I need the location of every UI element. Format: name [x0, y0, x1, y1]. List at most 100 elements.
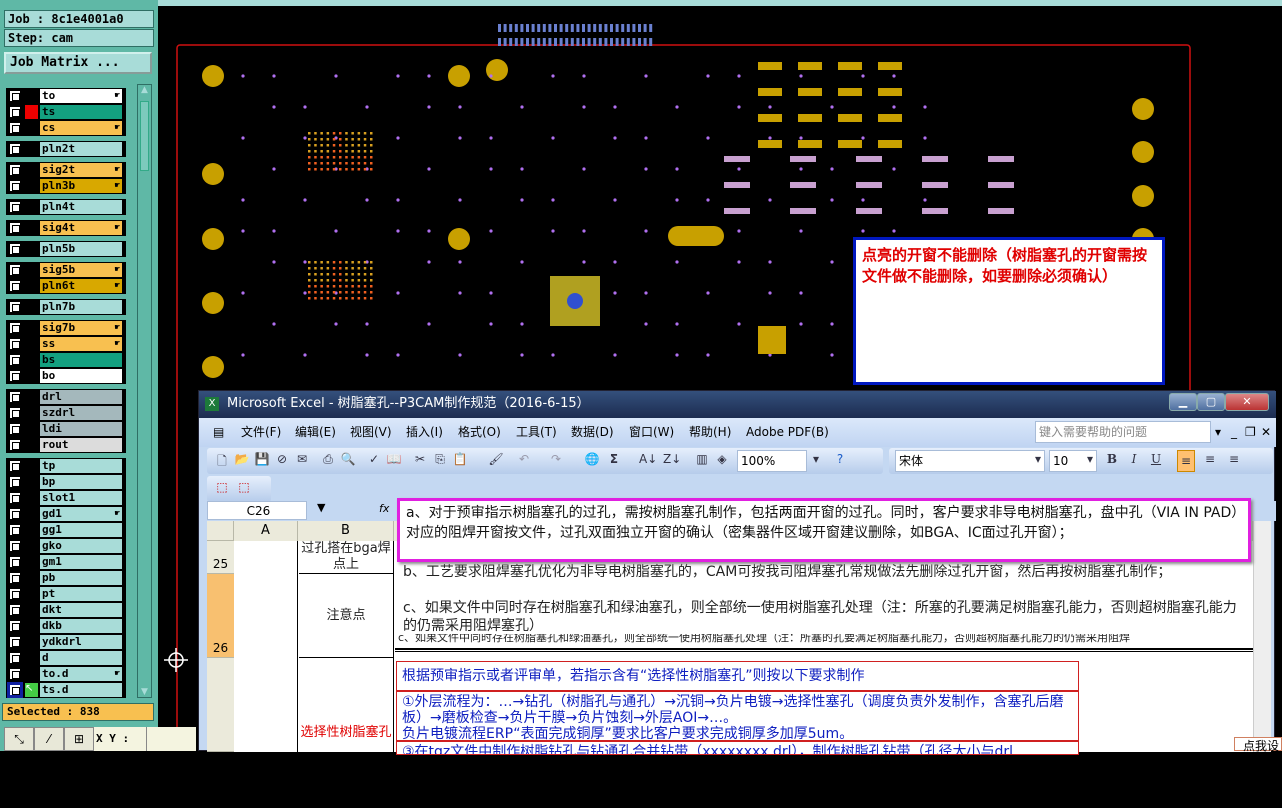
email-icon[interactable]: ✉: [293, 452, 311, 466]
workbook-close-icon[interactable]: ✕: [1261, 418, 1271, 447]
chart-wizard-icon[interactable]: ▥: [693, 452, 711, 466]
layer-name[interactable]: pln7b: [40, 300, 122, 314]
save-icon[interactable]: 💾: [253, 452, 271, 466]
layer-row-pln5b[interactable]: pln5b: [6, 241, 126, 257]
zoom-select[interactable]: 100%: [737, 450, 807, 472]
layer-row-bs[interactable]: bs: [6, 352, 126, 368]
layer-row-bo[interactable]: bo: [6, 368, 126, 384]
layer-checkbox[interactable]: [9, 280, 21, 292]
layer-checkbox[interactable]: [9, 370, 21, 382]
menu-adobe-pdf[interactable]: Adobe PDF(B): [746, 418, 829, 447]
cell-b27[interactable]: 选择性树脂塞孔: [299, 658, 394, 752]
cell-c27-line-1[interactable]: 根据预审指示或者评审单，若指示含有“选择性树脂塞孔”则按以下要求制作: [396, 661, 1079, 691]
layer-row-sig5b[interactable]: sig5b ☛: [6, 262, 126, 278]
redo-icon[interactable]: ↷: [547, 452, 565, 466]
layer-checkbox[interactable]: [9, 180, 21, 192]
help-dropdown-icon[interactable]: ▾: [1215, 418, 1221, 447]
cell-c27-line-3[interactable]: ③在tgz文件中制作树脂钻孔与钻通孔合并钻带（xxxxxxxx.drl），制作树…: [396, 741, 1079, 755]
menu-help[interactable]: 帮助(H): [689, 418, 731, 447]
layer-checkbox[interactable]: [9, 338, 21, 350]
layer-row-gg1[interactable]: gg1: [6, 522, 126, 538]
layer-name[interactable]: gg1: [40, 523, 122, 537]
bold-button[interactable]: B: [1103, 452, 1121, 466]
layer-name[interactable]: dkb: [40, 619, 122, 633]
layer-row-gm1[interactable]: gm1: [6, 554, 126, 570]
layer-name[interactable]: pln2t: [40, 142, 122, 156]
layer-checkbox[interactable]: [9, 460, 21, 472]
layer-row-rout[interactable]: rout: [6, 437, 126, 453]
layer-name[interactable]: sig2t ☛: [40, 163, 122, 177]
menu-window[interactable]: 窗口(W): [629, 418, 674, 447]
copy-icon[interactable]: ⎘: [431, 452, 449, 467]
grid-tool-icon[interactable]: ⊞: [64, 727, 94, 751]
workbook-restore-icon[interactable]: ❐: [1245, 418, 1256, 447]
sort-descending-icon[interactable]: Z↓: [663, 452, 681, 466]
autosum-icon[interactable]: Σ: [605, 452, 623, 466]
name-box[interactable]: C26: [207, 501, 307, 520]
print-icon[interactable]: ⎙: [319, 452, 337, 467]
layer-name[interactable]: bs: [40, 353, 122, 367]
layer-row-bp[interactable]: bp: [6, 474, 126, 490]
cut-icon[interactable]: ✂: [411, 452, 429, 466]
cell-edit-popup[interactable]: a、对于预审指示树脂塞孔的过孔，需按树脂塞孔制作，包括两面开窗的过孔。同时，客户…: [397, 498, 1251, 562]
workbook-minimize-icon[interactable]: _: [1231, 418, 1237, 447]
layer-checkbox[interactable]: [9, 476, 21, 488]
layer-name[interactable]: bp: [40, 475, 122, 489]
layer-checkbox[interactable]: [9, 492, 21, 504]
permission-icon[interactable]: ⊘: [273, 452, 291, 466]
layer-row-gd1[interactable]: gd1 ☛: [6, 506, 126, 522]
layer-checkbox[interactable]: [9, 439, 21, 451]
layer-row-pln3b[interactable]: pln3b ☛: [6, 178, 126, 194]
layer-name[interactable]: pln4t: [40, 200, 122, 214]
layer-checkbox[interactable]: [9, 407, 21, 419]
layer-name[interactable]: ydkdrl: [40, 635, 122, 649]
layer-checkbox[interactable]: [9, 143, 21, 155]
layer-name[interactable]: pln5b: [40, 242, 122, 256]
layer-checkbox[interactable]: [9, 322, 21, 334]
layer-name[interactable]: d: [40, 651, 122, 665]
hyperlink-icon[interactable]: 🌐: [583, 452, 601, 466]
fx-label[interactable]: fx: [379, 502, 389, 515]
menu-tools[interactable]: 工具(T): [516, 418, 557, 447]
layer-name[interactable]: sig5b ☛: [40, 263, 122, 277]
layer-row-szdrl[interactable]: szdrl: [6, 405, 126, 421]
layer-name[interactable]: cs ☛: [40, 121, 122, 135]
layer-checkbox[interactable]: [9, 652, 21, 664]
layer-row-pb[interactable]: pb: [6, 570, 126, 586]
layer-checkbox[interactable]: [9, 354, 21, 366]
layer-checkbox[interactable]: [9, 301, 21, 313]
layer-checkbox[interactable]: [9, 668, 21, 680]
layer-row-pt[interactable]: pt: [6, 586, 126, 602]
layer-row-ss[interactable]: ss ☛: [6, 336, 126, 352]
align-center-button[interactable]: ≡: [1201, 452, 1219, 466]
menu-insert[interactable]: 插入(I): [406, 418, 443, 447]
layer-name[interactable]: pln6t ☛: [40, 279, 122, 293]
close-button[interactable]: ✕: [1225, 393, 1269, 411]
paste-icon[interactable]: 📋: [451, 452, 469, 466]
layer-checkbox[interactable]: [9, 524, 21, 536]
layer-checkbox[interactable]: [9, 556, 21, 568]
help-search-input[interactable]: 键入需要帮助的问题: [1035, 421, 1211, 443]
maximize-button[interactable]: ▢: [1197, 393, 1225, 411]
layer-checkbox[interactable]: [9, 222, 21, 234]
layer-row-gko[interactable]: gko: [6, 538, 126, 554]
layer-name[interactable]: bo: [40, 369, 122, 383]
layer-name[interactable]: pln3b ☛: [40, 179, 122, 193]
layer-row-pln2t[interactable]: pln2t: [6, 141, 126, 157]
layer-checkbox[interactable]: [9, 122, 21, 134]
align-right-button[interactable]: ≡: [1225, 452, 1243, 466]
layer-name[interactable]: dkt: [40, 603, 122, 617]
layer-name[interactable]: gm1: [40, 555, 122, 569]
layer-checkbox[interactable]: [9, 243, 21, 255]
menu-file[interactable]: 文件(F): [241, 418, 281, 447]
convert-pdf-icon[interactable]: ⬚: [213, 480, 231, 494]
row-header-27[interactable]: [207, 658, 234, 752]
layer-name[interactable]: pt: [40, 587, 122, 601]
layer-row-pln6t[interactable]: pln6t ☛: [6, 278, 126, 294]
font-select[interactable]: 宋体: [895, 450, 1045, 472]
layer-row-ydkdrl[interactable]: ydkdrl: [6, 634, 126, 650]
layer-checkbox[interactable]: [9, 164, 21, 176]
layer-row-to-d[interactable]: to.d ☛: [6, 666, 126, 682]
vertical-scrollbar[interactable]: [1253, 521, 1271, 752]
layer-row-tp[interactable]: tp: [6, 458, 126, 474]
